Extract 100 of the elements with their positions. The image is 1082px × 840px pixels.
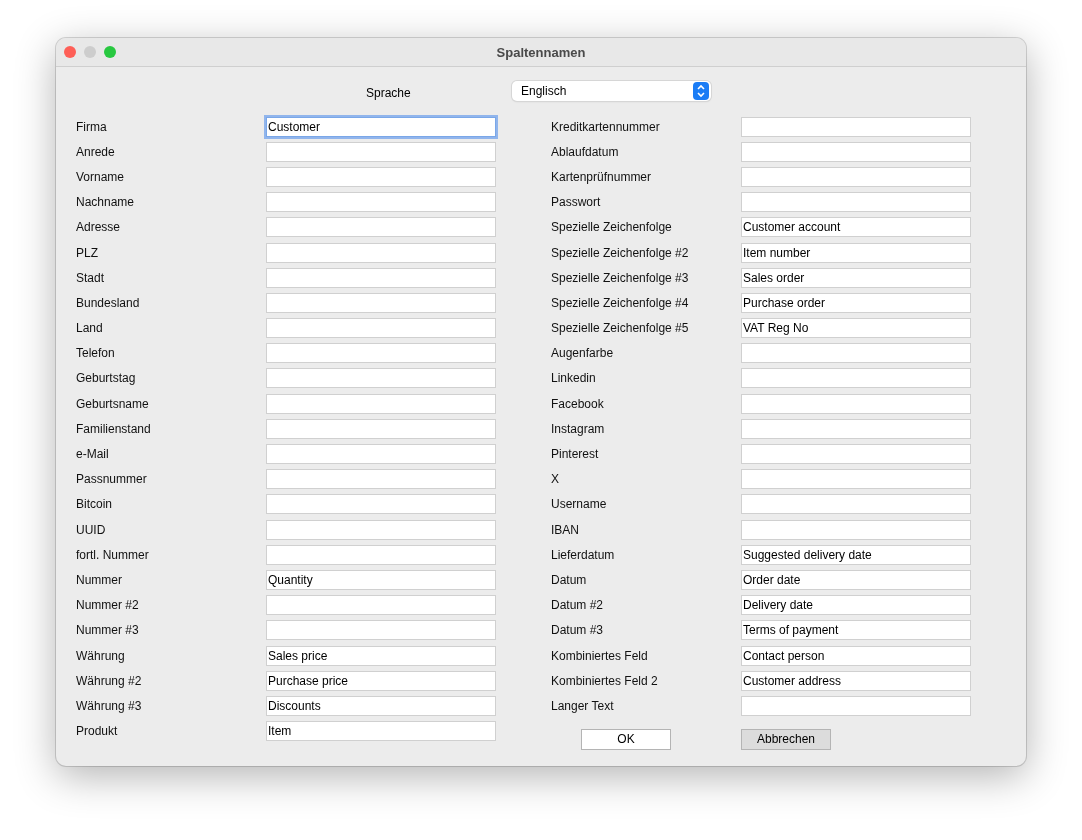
field-label: Währung #2 xyxy=(76,673,143,688)
field-label: Spezielle Zeichenfolge #4 xyxy=(551,295,690,310)
field-label: X xyxy=(551,472,560,487)
field-label: fortl. Nummer xyxy=(76,547,150,562)
field-label: Passnummer xyxy=(76,472,148,487)
text-field[interactable]: Terms of payment xyxy=(741,620,971,641)
language-dropdown[interactable]: Englisch xyxy=(512,81,711,101)
field-label: Ablaufdatum xyxy=(551,144,620,159)
field-label: Facebook xyxy=(551,396,605,411)
field-label: Stadt xyxy=(76,270,106,285)
field-label: Lieferdatum xyxy=(551,547,616,562)
text-field[interactable] xyxy=(266,192,496,213)
text-field[interactable] xyxy=(266,519,496,540)
field-label: Passwort xyxy=(551,195,602,210)
field-label: Nummer #3 xyxy=(76,623,140,638)
text-field[interactable] xyxy=(266,267,496,288)
text-field[interactable] xyxy=(266,343,496,364)
field-label: Instagram xyxy=(551,421,606,436)
field-label: Bundesland xyxy=(76,295,141,310)
text-field[interactable] xyxy=(266,469,496,490)
field-label: Geburtstag xyxy=(76,371,137,386)
field-label: Datum xyxy=(551,572,588,587)
text-field[interactable] xyxy=(266,217,496,238)
text-field[interactable] xyxy=(266,292,496,313)
text-field[interactable]: Purchase price xyxy=(266,670,496,691)
field-label: Linkedin xyxy=(551,371,597,386)
text-field[interactable] xyxy=(266,166,496,187)
field-label: Währung #3 xyxy=(76,698,143,713)
minimize-button[interactable] xyxy=(84,46,96,58)
field-label: Kreditkartennummer xyxy=(551,119,661,134)
field-label: Geburtsname xyxy=(76,396,150,411)
text-field[interactable]: Delivery date xyxy=(741,595,971,616)
text-field[interactable] xyxy=(741,343,971,364)
field-label: PLZ xyxy=(76,245,99,260)
field-label: Username xyxy=(551,497,608,512)
text-field[interactable]: Quantity xyxy=(266,569,496,590)
field-label: Adresse xyxy=(76,220,122,235)
text-field[interactable] xyxy=(266,595,496,616)
text-field[interactable] xyxy=(741,141,971,162)
field-label: IBAN xyxy=(551,522,580,537)
text-field[interactable]: Item xyxy=(266,721,496,742)
text-field[interactable] xyxy=(741,469,971,490)
text-field[interactable] xyxy=(741,494,971,515)
field-label: Spezielle Zeichenfolge xyxy=(551,220,673,235)
text-field[interactable] xyxy=(741,418,971,439)
chevron-updown-icon xyxy=(693,82,709,100)
text-field[interactable] xyxy=(741,393,971,414)
text-field[interactable]: Order date xyxy=(741,569,971,590)
text-field[interactable] xyxy=(266,242,496,263)
field-label: Nachname xyxy=(76,195,136,210)
field-label: Datum #2 xyxy=(551,598,605,613)
zoom-button[interactable] xyxy=(104,46,116,58)
text-field[interactable] xyxy=(741,444,971,465)
close-button[interactable] xyxy=(64,46,76,58)
text-field[interactable]: Customer address xyxy=(741,670,971,691)
field-label: Sprache xyxy=(366,86,412,100)
field-label: Vorname xyxy=(76,169,126,184)
field-label: Langer Text xyxy=(551,698,615,713)
text-field[interactable]: Item number xyxy=(741,242,971,263)
field-label: Spezielle Zeichenfolge #3 xyxy=(551,270,690,285)
field-label: Kombiniertes Feld 2 xyxy=(551,673,659,688)
text-field[interactable] xyxy=(266,494,496,515)
text-field[interactable] xyxy=(266,318,496,339)
field-label: Währung xyxy=(76,648,126,663)
text-field[interactable] xyxy=(741,368,971,389)
text-field[interactable] xyxy=(266,620,496,641)
text-field[interactable] xyxy=(266,368,496,389)
text-field[interactable]: Sales order xyxy=(741,267,971,288)
dialog-button[interactable]: Abbrechen xyxy=(741,728,831,750)
text-field[interactable]: Suggested delivery date xyxy=(741,544,971,565)
field-label: Spezielle Zeichenfolge #2 xyxy=(551,245,690,260)
text-field[interactable]: Contact person xyxy=(741,645,971,666)
field-label: Kombiniertes Feld xyxy=(551,648,649,663)
field-label: Datum #3 xyxy=(551,623,605,638)
field-label: Bitcoin xyxy=(76,497,114,512)
text-field[interactable]: Customer xyxy=(266,116,496,137)
text-field[interactable] xyxy=(741,166,971,187)
field-label: Nummer #2 xyxy=(76,598,140,613)
field-label: Nummer xyxy=(76,572,123,587)
field-label: Produkt xyxy=(76,724,119,739)
text-field[interactable] xyxy=(741,192,971,213)
text-field[interactable]: Discounts xyxy=(266,695,496,716)
text-field[interactable] xyxy=(266,444,496,465)
text-field[interactable]: VAT Reg No xyxy=(741,318,971,339)
text-field[interactable] xyxy=(741,519,971,540)
field-label: Familienstand xyxy=(76,421,152,436)
text-field[interactable] xyxy=(266,393,496,414)
text-field[interactable] xyxy=(266,544,496,565)
text-field[interactable] xyxy=(741,695,971,716)
text-field[interactable] xyxy=(266,418,496,439)
field-label: Anrede xyxy=(76,144,116,159)
dialog-button[interactable]: OK xyxy=(581,728,671,750)
field-label: Firma xyxy=(76,119,108,134)
text-field[interactable]: Customer account xyxy=(741,217,971,238)
text-field[interactable] xyxy=(741,116,971,137)
text-field[interactable]: Sales price xyxy=(266,645,496,666)
text-field[interactable]: Purchase order xyxy=(741,292,971,313)
field-label: Land xyxy=(76,321,104,336)
text-field[interactable] xyxy=(266,141,496,162)
field-label: UUID xyxy=(76,522,107,537)
